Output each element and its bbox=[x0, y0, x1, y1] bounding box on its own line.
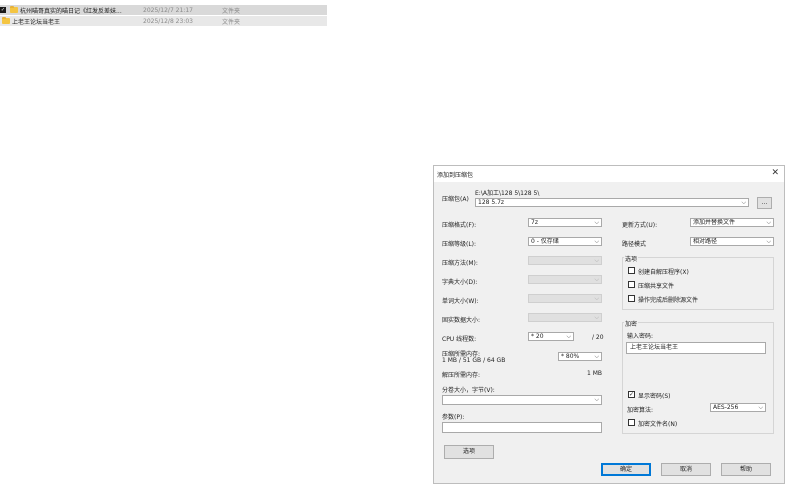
folder-icon bbox=[10, 6, 18, 13]
file-row[interactable]: ✓ 杭州喵哥真实的喵日记《红发反差妹... 2025/12/7 21:17 文件… bbox=[0, 5, 327, 15]
decomp-value: 1 MB bbox=[587, 370, 603, 377]
encrypt-names-checkbox[interactable] bbox=[628, 419, 635, 426]
dict-label: 字典大小(D): bbox=[442, 279, 478, 286]
enc-method-select[interactable]: AES-256 ⌵ bbox=[710, 403, 766, 412]
solid-select: ⌵ bbox=[528, 313, 602, 322]
file-row[interactable]: 上老王论坛当老王 2025/12/8 23:03 文件夹 bbox=[0, 16, 327, 26]
chevron-down-icon: ⌵ bbox=[594, 396, 599, 403]
file-date: 2025/12/8 23:03 bbox=[143, 17, 193, 25]
file-name: 杭州喵哥真实的喵日记《红发反差妹... bbox=[20, 7, 122, 15]
path-mode-label: 路径模式 bbox=[622, 241, 647, 248]
update-label: 更新方式(U): bbox=[622, 222, 658, 229]
split-select[interactable]: ⌵ bbox=[442, 395, 602, 405]
sfx-label: 创建自解压程序(X) bbox=[638, 269, 689, 276]
show-password-checkbox[interactable]: ✓ bbox=[628, 391, 635, 398]
archive-name: 128 5.7z bbox=[478, 199, 505, 206]
chevron-down-icon: ⌵ bbox=[594, 219, 599, 226]
format-select[interactable]: 7z ⌵ bbox=[528, 218, 602, 227]
path-mode-select[interactable]: 相对路径 ⌵ bbox=[690, 237, 774, 246]
method-select: ⌵ bbox=[528, 256, 602, 265]
chevron-down-icon: ⌵ bbox=[594, 353, 599, 360]
cpu-select[interactable]: * 20 ⌵ bbox=[528, 332, 574, 341]
title-bar: 添加到压缩包 ✕ bbox=[434, 166, 784, 182]
cpu-label: CPU 线程数: bbox=[442, 336, 477, 343]
mem-detail: 1 MB / 51 GB / 64 GB bbox=[442, 357, 506, 364]
options-button[interactable]: 选项 bbox=[444, 445, 494, 459]
delete-checkbox[interactable] bbox=[628, 295, 635, 302]
password-input[interactable]: 上老王论坛当老王 bbox=[626, 342, 766, 354]
decomp-label: 解压所需内存: bbox=[442, 372, 481, 379]
level-select[interactable]: 0 - 仅存储 ⌵ bbox=[528, 237, 602, 246]
word-select: ⌵ bbox=[528, 294, 602, 303]
shared-checkbox[interactable] bbox=[628, 281, 635, 288]
dialog-title: 添加到压缩包 bbox=[437, 172, 474, 179]
format-label: 压缩格式(F): bbox=[442, 222, 477, 229]
folder-icon bbox=[2, 17, 10, 24]
method-label: 压缩方法(M): bbox=[442, 260, 478, 267]
archive-label: 压缩包(A) bbox=[442, 196, 469, 203]
browse-button[interactable]: ... bbox=[757, 197, 772, 209]
update-select[interactable]: 添加并替换文件 ⌵ bbox=[690, 218, 774, 227]
chevron-down-icon: ⌵ bbox=[766, 219, 771, 226]
cpu-value: * 20 bbox=[531, 333, 544, 340]
chevron-down-icon: ⌵ bbox=[594, 276, 599, 283]
encryption-group-label: 加密 bbox=[624, 319, 639, 328]
cpu-total: / 20 bbox=[592, 334, 604, 341]
chevron-down-icon: ⌵ bbox=[594, 238, 599, 245]
ok-button[interactable]: 确定 bbox=[601, 463, 651, 476]
format-value: 7z bbox=[531, 219, 538, 226]
help-button[interactable]: 帮助 bbox=[721, 463, 771, 476]
chevron-down-icon: ⌵ bbox=[758, 404, 763, 411]
params-input[interactable] bbox=[442, 422, 602, 433]
word-label: 单词大小(W): bbox=[442, 298, 479, 305]
encrypt-names-label: 加密文件名(N) bbox=[638, 421, 678, 428]
params-label: 参数(P): bbox=[442, 414, 465, 421]
chevron-down-icon: ⌵ bbox=[594, 314, 599, 321]
cancel-button[interactable]: 取消 bbox=[661, 463, 711, 476]
password-value: 上老王论坛当老王 bbox=[630, 344, 679, 351]
enc-method-label: 加密算法: bbox=[627, 407, 654, 414]
path-mode-value: 相对路径 bbox=[693, 238, 718, 245]
archive-name-combo[interactable]: 128 5.7z ⌵ bbox=[475, 198, 749, 207]
chevron-down-icon: ⌵ bbox=[566, 333, 571, 340]
add-to-archive-dialog: 添加到压缩包 ✕ 压缩包(A) E:\A加工\128 5\128 5\ 128 … bbox=[433, 165, 785, 484]
chevron-down-icon: ⌵ bbox=[594, 295, 599, 302]
chevron-down-icon: ⌵ bbox=[766, 238, 771, 245]
password-label: 输入密码: bbox=[627, 333, 654, 340]
file-type: 文件夹 bbox=[222, 7, 241, 15]
show-password-label: 显示密码(S) bbox=[638, 393, 671, 400]
split-label: 分卷大小，字节(V): bbox=[442, 387, 495, 394]
archive-path: E:\A加工\128 5\128 5\ bbox=[475, 190, 540, 197]
file-date: 2025/12/7 21:17 bbox=[143, 6, 193, 14]
delete-label: 操作完成后删除源文件 bbox=[638, 297, 699, 304]
enc-method-value: AES-256 bbox=[713, 404, 739, 411]
options-group-label: 选项 bbox=[624, 254, 639, 263]
level-value: 0 - 仅存储 bbox=[531, 238, 559, 245]
shared-label: 压缩共享文件 bbox=[638, 283, 675, 290]
checkbox-checked-icon[interactable]: ✓ bbox=[0, 7, 6, 13]
dict-select: ⌵ bbox=[528, 275, 602, 284]
level-label: 压缩等级(L): bbox=[442, 241, 477, 248]
solid-label: 固实数据大小: bbox=[442, 317, 481, 324]
close-icon[interactable]: ✕ bbox=[771, 169, 779, 178]
file-name: 上老王论坛当老王 bbox=[12, 18, 61, 26]
sfx-checkbox[interactable] bbox=[628, 267, 635, 274]
update-value: 添加并替换文件 bbox=[693, 219, 736, 226]
chevron-down-icon: ⌵ bbox=[741, 199, 746, 206]
mem-select[interactable]: * 80% ⌵ bbox=[558, 352, 602, 361]
mem-value: * 80% bbox=[561, 353, 580, 360]
chevron-down-icon: ⌵ bbox=[594, 257, 599, 264]
file-type: 文件夹 bbox=[222, 18, 241, 26]
